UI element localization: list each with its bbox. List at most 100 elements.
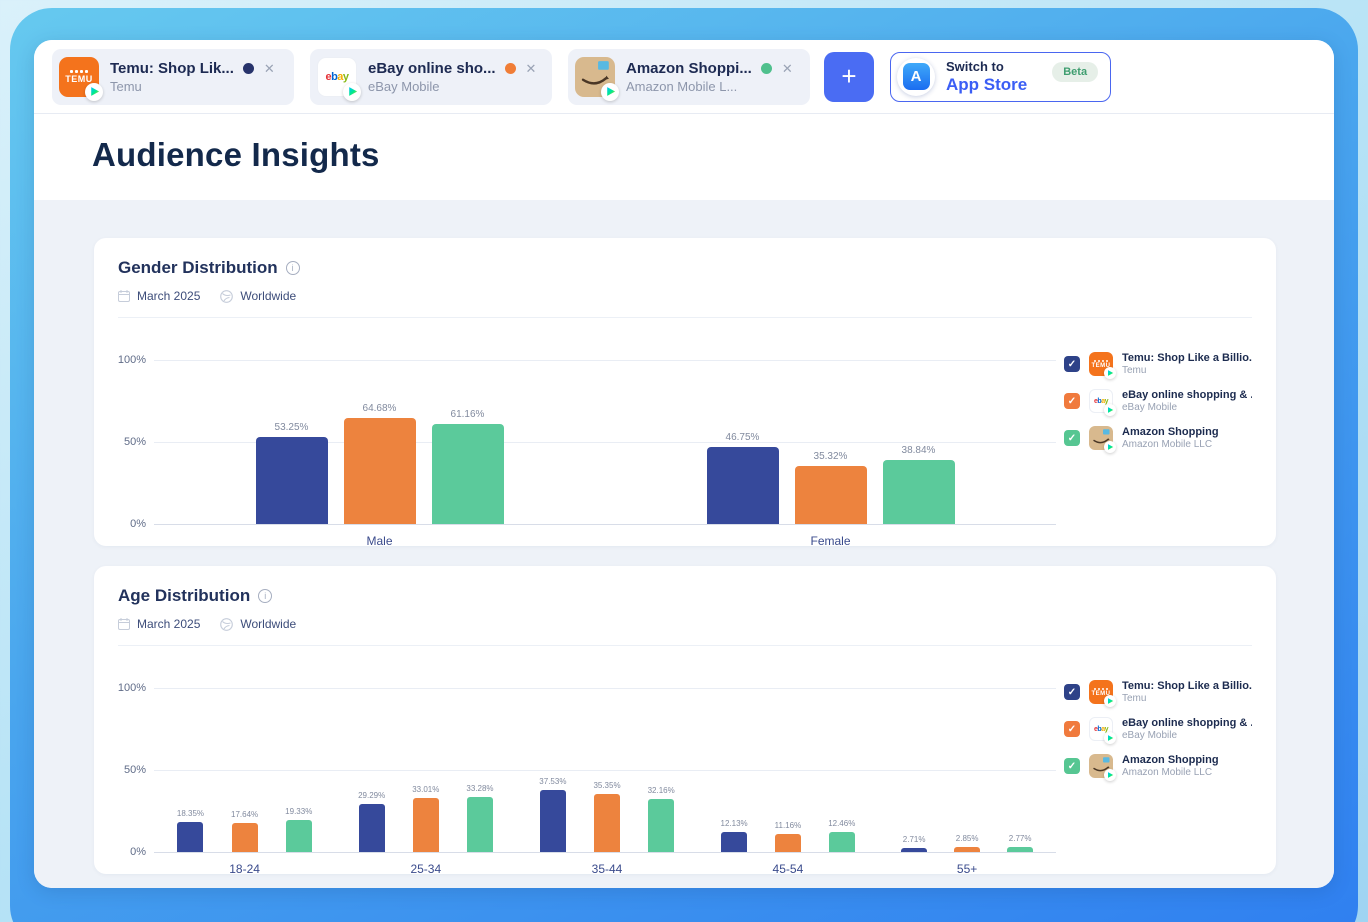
ebay-app-icon: ebay [317,57,357,97]
calendar-icon [118,290,130,302]
bar-value-label: 17.64% [231,810,258,819]
date-filter: March 2025 [118,617,200,631]
app-tab-temu[interactable]: TEMUTemu: Shop Lik...✕Temu [52,49,294,105]
bar[interactable] [232,823,258,852]
bar[interactable] [594,794,620,852]
y-tick-label: 50% [124,764,146,776]
temu-app-icon: TEMU [59,57,99,97]
region-label: Worldwide [240,289,296,303]
bar[interactable] [177,822,203,852]
bar-column: 35.35% [593,781,620,852]
gridline [154,852,1056,853]
bar-column: 29.29% [358,791,385,852]
y-axis: 100%50%0% [110,360,154,524]
bar[interactable] [256,437,328,524]
bar[interactable] [707,447,779,524]
app-comparison-bar: TEMUTemu: Shop Lik...✕Temu ebayeBay onlin… [34,40,1334,114]
bar-value-label: 18.35% [177,809,204,818]
legend-item: ✓ebayeBay online shopping & ...eBay Mobi… [1064,717,1252,741]
bar[interactable] [540,790,566,852]
bar[interactable] [721,832,747,852]
legend-checkbox[interactable]: ✓ [1064,684,1080,700]
category-label: Female [810,534,850,548]
card-title: Age Distribution [118,586,250,606]
bar-group: 29.29%33.01%33.28%25-34 [358,784,493,852]
app-tab-ebay[interactable]: ebayeBay online sho...✕eBay Mobile [310,49,552,105]
bar-column: 2.71% [901,835,927,852]
bar-column: 61.16% [432,409,504,524]
legend-app-name: eBay online shopping & ... [1122,717,1252,729]
google-play-badge-icon [1104,769,1116,781]
globe-icon [220,618,233,631]
bar[interactable] [648,799,674,852]
bar-value-label: 61.16% [451,409,485,420]
gender-bar-chart: 53.25%64.68%61.16%Male46.75%35.32%38.84%… [154,360,1056,524]
bar-group: 53.25%64.68%61.16%Male [256,403,504,524]
bar[interactable] [795,466,867,524]
bar[interactable] [1007,847,1033,852]
bar[interactable] [954,847,980,852]
chart-legend: ✓TEMUTemu: Shop Like a Billio...Temu✓eba… [1056,352,1252,524]
google-play-badge-icon [601,83,619,101]
switch-store-button[interactable]: A Switch to App Store Beta [890,52,1111,102]
bar-column: 32.16% [648,786,675,852]
region-label: Worldwide [240,617,296,631]
play-triangle-icon [1108,735,1114,741]
chart-legend: ✓TEMUTemu: Shop Like a Billio...Temu✓eba… [1056,680,1252,852]
bar[interactable] [286,820,312,852]
bar-value-label: 12.13% [721,819,748,828]
close-icon[interactable]: ✕ [264,62,275,75]
play-triangle-icon [1108,772,1114,778]
bar[interactable] [775,834,801,852]
bar[interactable] [432,424,504,524]
app-store-icon: A [897,58,935,96]
legend-checkbox[interactable]: ✓ [1064,393,1080,409]
add-app-button[interactable]: + [824,52,874,102]
bar[interactable] [359,804,385,852]
bar[interactable] [344,418,416,524]
bar-value-label: 53.25% [275,422,309,433]
bar-value-label: 38.84% [902,445,936,456]
bar-value-label: 35.35% [593,781,620,790]
bar-value-label: 46.75% [726,432,760,443]
beta-badge: Beta [1052,62,1098,82]
date-label: March 2025 [137,289,200,303]
bar-value-label: 12.46% [828,819,855,828]
amazon-app-icon [1089,754,1113,778]
legend-item: ✓Amazon ShoppingAmazon Mobile LLC [1064,426,1252,450]
info-icon[interactable]: i [258,589,272,603]
amazon-app-icon [575,57,615,97]
google-play-badge-icon [1104,404,1116,416]
bar-value-label: 64.68% [363,403,397,414]
bar[interactable] [829,832,855,852]
bar[interactable] [901,848,927,852]
temu-app-icon: TEMU [1089,352,1113,376]
y-tick-label: 100% [118,354,146,366]
app-store-label: App Store [946,75,1027,95]
app-tabs: TEMUTemu: Shop Lik...✕Temu ebayeBay onlin… [52,49,810,105]
play-triangle-icon [1108,407,1114,413]
bar[interactable] [883,460,955,524]
age-distribution-card: Age Distribution i March 2025 [94,566,1276,874]
legend-checkbox[interactable]: ✓ [1064,758,1080,774]
bar-column: 11.16% [775,821,802,852]
ebay-app-icon: ebay [1089,389,1113,413]
page-title: Audience Insights [92,136,1276,174]
age-bar-chart: 18.35%17.64%19.33%18-2429.29%33.01%33.28… [154,688,1056,852]
category-label: 18-24 [229,862,260,876]
bar[interactable] [467,797,493,852]
close-icon[interactable]: ✕ [526,62,537,75]
legend-item: ✓Amazon ShoppingAmazon Mobile LLC [1064,754,1252,778]
app-tab-amazon[interactable]: Amazon Shoppi...✕Amazon Mobile L... [568,49,810,105]
app-tab-title: Amazon Shoppi... [626,60,752,77]
info-icon[interactable]: i [286,261,300,275]
category-label: 55+ [957,862,977,876]
legend-checkbox[interactable]: ✓ [1064,721,1080,737]
google-play-badge-icon [1104,367,1116,379]
legend-checkbox[interactable]: ✓ [1064,356,1080,372]
bar[interactable] [413,798,439,852]
calendar-icon [118,618,130,630]
play-triangle-icon [91,87,100,96]
legend-checkbox[interactable]: ✓ [1064,430,1080,446]
close-icon[interactable]: ✕ [782,62,793,75]
